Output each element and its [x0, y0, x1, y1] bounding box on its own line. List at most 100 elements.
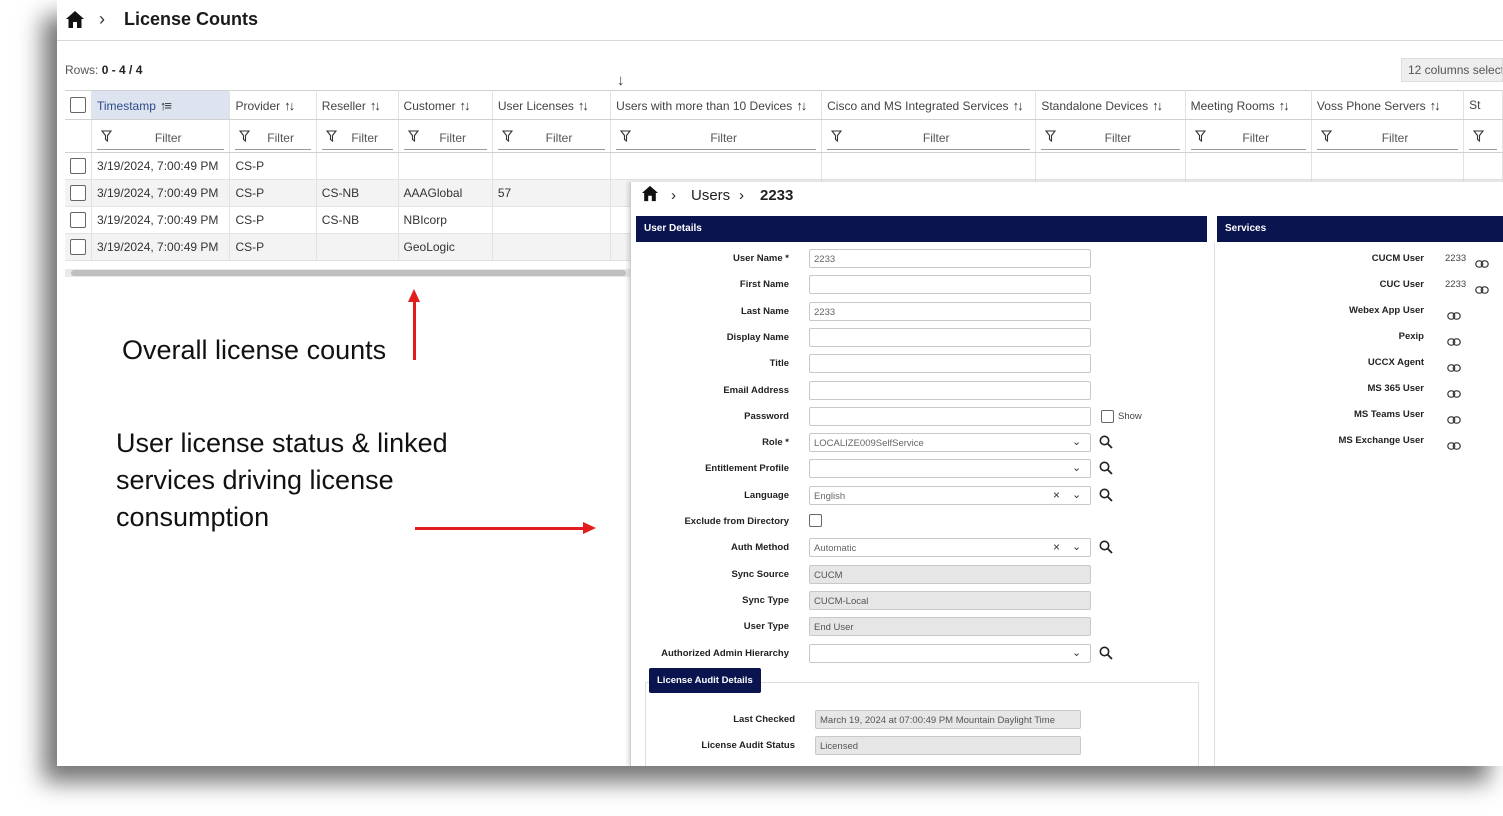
- chevron-down-icon[interactable]: ⌄: [1072, 540, 1081, 553]
- filter-icon-wrap[interactable]: [407, 130, 419, 145]
- filter-input[interactable]: Filter: [1041, 127, 1180, 150]
- columns-selected-badge[interactable]: 12 columns selected: [1401, 58, 1503, 82]
- row-checkbox[interactable]: [70, 185, 86, 201]
- row-select-cell[interactable]: [65, 233, 92, 261]
- filter-icon[interactable]: [831, 130, 843, 143]
- sort-asc-icon[interactable]: ↑≡: [160, 98, 172, 113]
- field-input[interactable]: 2233: [809, 301, 1091, 321]
- breadcrumb-users[interactable]: Users: [691, 187, 730, 204]
- filter-input[interactable]: Filter: [827, 127, 1031, 150]
- search-icon[interactable]: [1099, 461, 1113, 480]
- search-icon[interactable]: [1099, 540, 1113, 559]
- search-icon[interactable]: [1099, 435, 1113, 454]
- filter-icon[interactable]: [100, 130, 113, 143]
- filter-icon[interactable]: [1045, 130, 1057, 143]
- sort-icon[interactable]: ↑↓: [1013, 98, 1024, 113]
- sort-icon[interactable]: ↑↓: [578, 98, 589, 113]
- table-row[interactable]: 3/19/2024, 7:00:49 PM CS-P: [65, 152, 1503, 180]
- field-input[interactable]: [809, 643, 1091, 663]
- field-input[interactable]: LOCALIZE009SelfService: [809, 433, 1091, 453]
- filter-icon-wrap[interactable]: [501, 130, 513, 145]
- column-header-user-licenses[interactable]: User Licenses ↑↓: [492, 90, 612, 120]
- link-icon[interactable]: [1447, 437, 1461, 455]
- filter-icon-wrap[interactable]: [325, 130, 337, 145]
- filter-icon[interactable]: [407, 130, 419, 143]
- chevron-down-icon[interactable]: ⌄: [1072, 435, 1081, 448]
- column-header-timestamp[interactable]: Timestamp ↑≡: [91, 90, 231, 120]
- filter-icon-wrap[interactable]: [1194, 130, 1206, 145]
- link-icon[interactable]: [1447, 307, 1461, 325]
- link-icon[interactable]: [1447, 411, 1461, 429]
- license-audit-tab[interactable]: License Audit Details: [649, 668, 761, 693]
- filter-icon[interactable]: [620, 130, 632, 143]
- column-header-users-10-devices[interactable]: Users with more than 10 Devices ↑↓: [610, 90, 823, 120]
- field-input[interactable]: [809, 459, 1091, 479]
- filter-input[interactable]: Filter: [497, 127, 606, 150]
- search-icon[interactable]: [1099, 488, 1113, 507]
- field-input[interactable]: [809, 354, 1091, 374]
- link-icon[interactable]: [1475, 281, 1489, 299]
- search-icon[interactable]: [1099, 646, 1113, 665]
- filter-icon[interactable]: [501, 130, 513, 143]
- sort-icon[interactable]: ↑↓: [460, 98, 471, 113]
- row-select-cell[interactable]: [65, 206, 92, 234]
- link-icon[interactable]: [1447, 333, 1461, 351]
- chevron-down-icon[interactable]: ⌄: [1072, 461, 1081, 474]
- filter-icon-wrap[interactable]: [1320, 130, 1333, 145]
- column-header-customer[interactable]: Customer ↑↓: [398, 90, 493, 120]
- clear-icon[interactable]: ×: [1053, 540, 1060, 554]
- sort-icon[interactable]: ↑↓: [370, 98, 381, 113]
- filter-icon[interactable]: [1473, 130, 1485, 143]
- horizontal-scrollbar[interactable]: [65, 269, 630, 277]
- link-icon[interactable]: [1447, 359, 1461, 377]
- exclude-directory-checkbox[interactable]: [809, 514, 822, 527]
- column-header-partial[interactable]: St: [1463, 90, 1503, 120]
- link-icon[interactable]: [1447, 385, 1461, 403]
- filter-icon[interactable]: [1320, 130, 1333, 143]
- filter-icon-wrap[interactable]: [620, 130, 632, 145]
- row-checkbox[interactable]: [70, 239, 86, 255]
- chevron-down-icon[interactable]: ⌄: [1072, 646, 1081, 659]
- field-input[interactable]: English: [809, 485, 1091, 505]
- filter-icon-wrap[interactable]: [100, 130, 113, 145]
- field-input[interactable]: [809, 327, 1091, 347]
- filter-icon-wrap[interactable]: [1045, 130, 1057, 145]
- row-checkbox[interactable]: [70, 158, 86, 174]
- filter-input[interactable]: Filter: [1190, 127, 1306, 150]
- filter-input[interactable]: Filter: [616, 127, 817, 150]
- row-select-cell[interactable]: [65, 152, 92, 180]
- select-all-cell[interactable]: [65, 90, 92, 120]
- scrollbar-thumb[interactable]: [71, 270, 626, 276]
- filter-input[interactable]: Filter: [235, 127, 311, 150]
- filter-icon-wrap[interactable]: [239, 130, 251, 145]
- filter-input[interactable]: Filter: [1316, 127, 1459, 150]
- home-icon[interactable]: [641, 185, 659, 202]
- column-header-standalone-devices[interactable]: Standalone Devices ↑↓: [1035, 90, 1186, 120]
- sort-icon[interactable]: ↑↓: [1152, 98, 1163, 113]
- row-checkbox[interactable]: [70, 212, 86, 228]
- field-input[interactable]: Automatic: [809, 538, 1091, 558]
- sort-icon[interactable]: ↑↓: [1430, 98, 1441, 113]
- sort-icon[interactable]: ↑↓: [284, 98, 295, 113]
- filter-input[interactable]: Filter: [97, 127, 225, 150]
- filter-input[interactable]: Filter: [321, 127, 393, 150]
- filter-icon[interactable]: [1194, 130, 1206, 143]
- filter-icon[interactable]: [239, 130, 251, 143]
- row-select-cell[interactable]: [65, 179, 92, 207]
- field-input[interactable]: [809, 380, 1091, 400]
- filter-input[interactable]: [1469, 127, 1497, 150]
- home-icon[interactable]: [65, 10, 85, 29]
- clear-icon[interactable]: ×: [1053, 488, 1060, 502]
- chevron-down-icon[interactable]: ⌄: [1072, 488, 1081, 501]
- sort-icon[interactable]: ↑↓: [1279, 98, 1290, 113]
- column-header-reseller[interactable]: Reseller ↑↓: [316, 90, 399, 120]
- column-header-integrated-services[interactable]: Cisco and MS Integrated Services ↑↓: [821, 90, 1037, 120]
- field-input[interactable]: 2233: [809, 249, 1091, 268]
- column-header-provider[interactable]: Provider ↑↓: [229, 90, 317, 120]
- column-header-voss-phone-servers[interactable]: Voss Phone Servers ↑↓: [1311, 90, 1465, 120]
- field-input[interactable]: [809, 275, 1091, 295]
- field-input[interactable]: [809, 406, 1091, 426]
- filter-input[interactable]: Filter: [403, 127, 487, 150]
- sort-icon[interactable]: ↑↓: [796, 98, 807, 113]
- show-password-checkbox[interactable]: [1101, 409, 1114, 423]
